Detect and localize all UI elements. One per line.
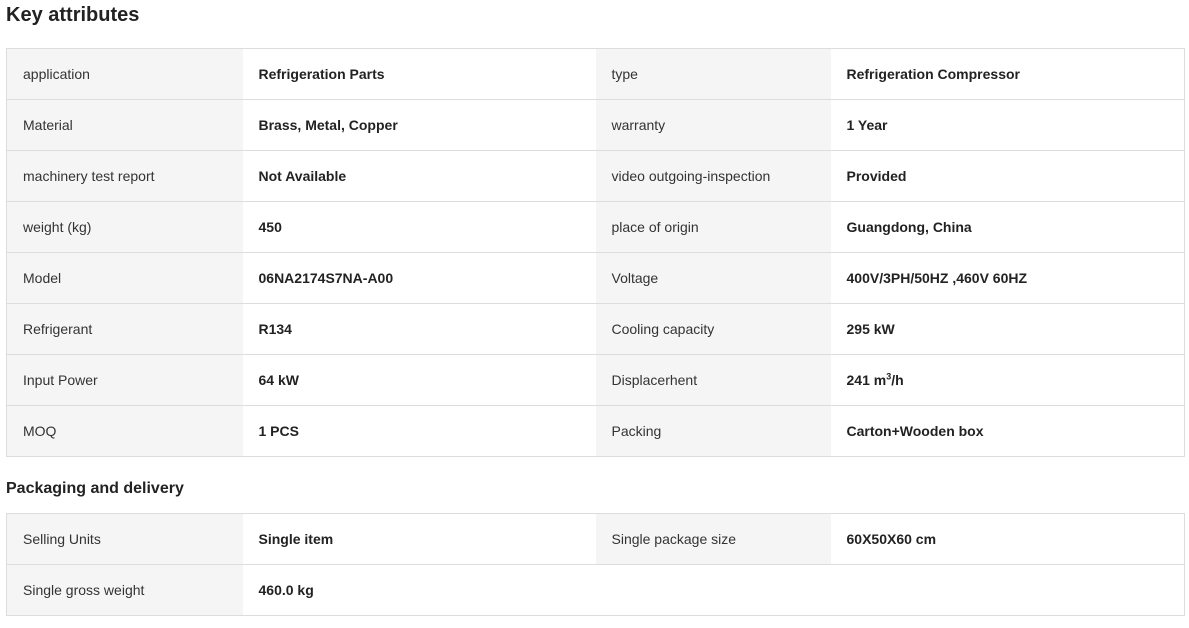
attribute-value: 06NA2174S7NA-A00	[242, 252, 596, 304]
table-row: Input Power 64 kW Displacerhent 241 m3/h	[6, 354, 1185, 406]
attribute-value: Refrigeration Compressor	[830, 48, 1185, 100]
table-row: Single gross weight 460.0 kg	[6, 564, 1185, 616]
attribute-value: 64 kW	[242, 354, 596, 406]
attribute-label: machinery test report	[6, 150, 243, 202]
attribute-label: Packing	[595, 405, 831, 457]
product-attributes-page: Key attributes application Refrigeration…	[0, 0, 1189, 628]
attribute-label: MOQ	[6, 405, 243, 457]
attribute-value: Brass, Metal, Copper	[242, 99, 596, 151]
table-row: MOQ 1 PCS Packing Carton+Wooden box	[6, 405, 1185, 457]
attribute-label: Input Power	[6, 354, 243, 406]
table-row: Material Brass, Metal, Copper warranty 1…	[6, 99, 1185, 151]
attribute-label: Single gross weight	[6, 564, 243, 616]
table-row: Selling Units Single item Single package…	[6, 513, 1185, 565]
packaging-table: Selling Units Single item Single package…	[6, 513, 1185, 616]
key-attributes-table: application Refrigeration Parts type Ref…	[6, 48, 1185, 457]
attribute-label: Refrigerant	[6, 303, 243, 355]
attribute-label: Model	[6, 252, 243, 304]
attribute-value: Carton+Wooden box	[830, 405, 1185, 457]
table-row: machinery test report Not Available vide…	[6, 150, 1185, 202]
attribute-value: Single item	[242, 513, 596, 565]
table-row: application Refrigeration Parts type Ref…	[6, 48, 1185, 100]
attribute-label: Single package size	[595, 513, 831, 565]
attribute-value: Not Available	[242, 150, 596, 202]
attribute-value: 460.0 kg	[242, 564, 596, 616]
packaging-delivery-title: Packaging and delivery	[6, 480, 184, 497]
empty-cell	[595, 564, 831, 616]
displacement-value: 241 m	[846, 372, 887, 388]
empty-cell	[830, 564, 1185, 616]
attribute-value: 1 Year	[830, 99, 1185, 151]
key-attributes-title: Key attributes	[6, 4, 140, 26]
attribute-value: 450	[242, 201, 596, 253]
attribute-label: weight (kg)	[6, 201, 243, 253]
displacement-unit-suffix: /h	[891, 372, 904, 388]
table-row: Model 06NA2174S7NA-A00 Voltage 400V/3PH/…	[6, 252, 1185, 304]
attribute-value: 60X50X60 cm	[830, 513, 1185, 565]
attribute-label: warranty	[595, 99, 831, 151]
attribute-label: Voltage	[595, 252, 831, 304]
table-row: Refrigerant R134 Cooling capacity 295 kW	[6, 303, 1185, 355]
attribute-label: place of origin	[595, 201, 831, 253]
attribute-value: 241 m3/h	[830, 354, 1185, 406]
attribute-label: Cooling capacity	[595, 303, 831, 355]
attribute-label: type	[595, 48, 831, 100]
attribute-value: Refrigeration Parts	[242, 48, 596, 100]
attribute-value: Guangdong, China	[830, 201, 1185, 253]
attribute-value: Provided	[830, 150, 1185, 202]
attribute-value: 400V/3PH/50HZ ,460V 60HZ	[830, 252, 1185, 304]
attribute-value: 295 kW	[830, 303, 1185, 355]
table-row: weight (kg) 450 place of origin Guangdon…	[6, 201, 1185, 253]
attribute-label: Selling Units	[6, 513, 243, 565]
attribute-label: video outgoing-inspection	[595, 150, 831, 202]
attribute-label: application	[6, 48, 243, 100]
attribute-label: Displacerhent	[595, 354, 831, 406]
attribute-label: Material	[6, 99, 243, 151]
attribute-value: 1 PCS	[242, 405, 596, 457]
attribute-value: R134	[242, 303, 596, 355]
